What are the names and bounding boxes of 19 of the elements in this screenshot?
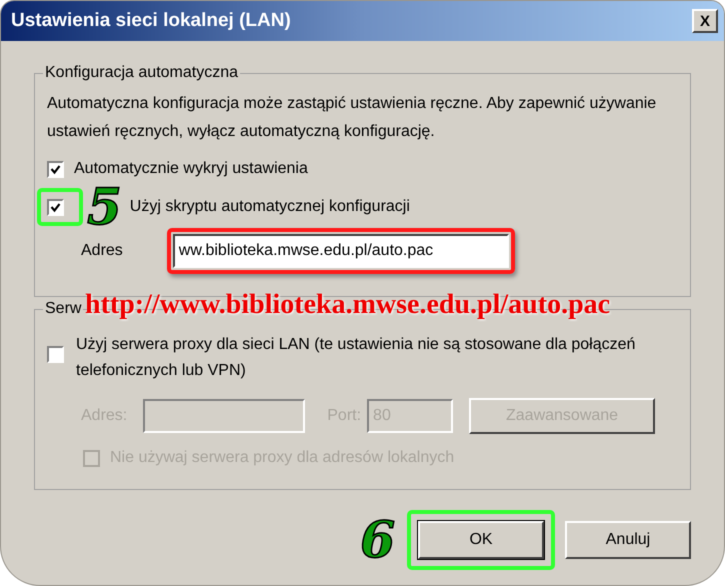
checkbox-label[interactable]: Użyj serwera proxy dla sieci LAN (te ustawienia nie są stosowane dla połączeń telefonicznych lub VPN) — [76, 332, 656, 384]
checkbox[interactable] — [47, 160, 64, 178]
check-icon — [50, 202, 61, 212]
dialog-button[interactable]: Anuluj — [565, 521, 691, 559]
step-number: 5 — [87, 182, 122, 232]
check-icon — [50, 164, 61, 174]
close-button[interactable]: X — [692, 9, 718, 33]
group-label: Konfiguracja automatyczna — [43, 63, 240, 83]
description-text: Automatyczna konfiguracja może zastąpić ustawienia ręczne. Aby zapewnić używanie ustawień ręcznych, wyłącz automatyczną konfigurację. — [47, 94, 658, 142]
checkbox[interactable] — [47, 346, 64, 363]
checkbox-label[interactable]: Użyj skryptu automatycznej konfiguracji — [130, 195, 410, 219]
annotation-text: http://www.biblioteka.mwse.edu.pl/auto.pac — [85, 288, 610, 322]
dialog-button[interactable]: OK — [418, 521, 544, 559]
text-field[interactable]: ww.biblioteka.mwse.edu.pl/auto.pac — [172, 234, 509, 268]
step-number: 6 — [360, 515, 395, 565]
field-label: Adres — [81, 241, 123, 261]
checkbox[interactable] — [47, 198, 64, 216]
window-title: Ustawienia sieci lokalnej (LAN) — [11, 8, 291, 33]
checkbox-label[interactable]: Automatycznie wykryj ustawienia — [74, 157, 308, 181]
